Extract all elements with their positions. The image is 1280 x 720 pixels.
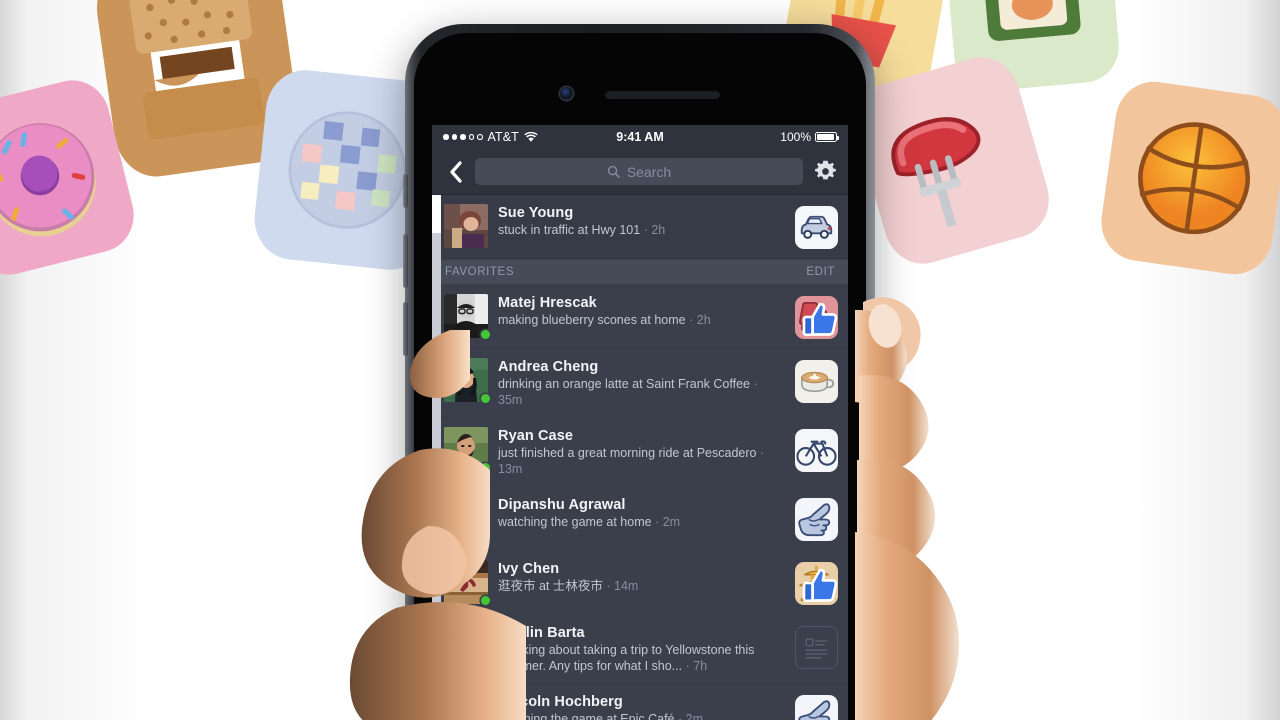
battery-percent-label: 100% — [780, 130, 811, 144]
gear-icon — [814, 160, 836, 180]
person-status: stuck in traffic at Hwy 101 — [498, 223, 641, 237]
avatar — [444, 204, 488, 248]
person-name: Matej Hrescak — [498, 295, 597, 311]
right-hand — [855, 297, 959, 720]
list-item[interactable]: Matej Hrescak making blueberry scones at… — [432, 285, 848, 349]
person-name: Dipanshu Agrawal — [498, 497, 626, 513]
avatar — [444, 560, 490, 605]
status-separator: · — [655, 515, 660, 529]
basketball-sticker — [1096, 76, 1280, 280]
status-timestamp: 35m — [498, 392, 523, 407]
person-status: watching the game at home — [498, 515, 652, 529]
person-name: Sue Young — [498, 205, 574, 221]
status-separator: · — [677, 712, 683, 720]
person-status: just finished a great morning ride at Pe… — [498, 446, 757, 460]
app-screen: AT&T 9:41 AM 100% Search Sue Young stuck… — [432, 125, 848, 720]
screenshot-scene: AT&T 9:41 AM 100% Search Sue Young stuck… — [0, 0, 1280, 720]
status-separator: · — [689, 313, 694, 327]
person-status: 逛夜市 at 士林夜市 — [498, 579, 603, 593]
list-item[interactable]: 2h Caitlin Barta Thinking about taking a… — [432, 615, 848, 684]
article-placeholder-sticker[interactable] — [795, 626, 838, 669]
list-item[interactable]: Sue Young stuck in traffic at Hwy 101 · … — [432, 195, 848, 259]
person-name: Ivy Chen — [498, 561, 560, 577]
thumbs-up-icon — [802, 568, 838, 603]
phone-device: AT&T 9:41 AM 100% Search Sue Young stuck… — [403, 24, 875, 720]
edit-button[interactable]: EDIT — [806, 266, 835, 278]
carrier-label: AT&T — [487, 130, 519, 144]
list-item[interactable]: Ivy Chen 逛夜市 at 士林夜市 · 14m — [432, 551, 848, 615]
status-timestamp: 2h — [696, 313, 711, 327]
status-timestamp: 2m — [685, 712, 704, 720]
volume-down-button[interactable] — [403, 302, 408, 356]
section-header: FAVORITES EDIT — [432, 259, 848, 285]
silent-switch[interactable] — [403, 174, 408, 208]
previous-screen-edge — [432, 125, 441, 720]
foam-finger-sticker[interactable] — [795, 695, 838, 720]
online-indicator — [481, 596, 490, 605]
person-name: Ryan Case — [498, 428, 574, 444]
volume-up-button[interactable] — [403, 234, 408, 288]
online-indicator — [481, 532, 490, 541]
person-name: Andrea Cheng — [498, 359, 599, 375]
settings-button[interactable] — [812, 160, 838, 183]
search-placeholder: Search — [626, 163, 672, 180]
status-separator: · — [606, 579, 611, 593]
person-status: making blueberry scones at home — [498, 313, 686, 327]
avatar — [444, 427, 490, 472]
bicycle-sticker[interactable] — [795, 429, 838, 472]
search-input[interactable]: Search — [475, 158, 803, 185]
avatar — [444, 693, 488, 720]
avatar — [444, 294, 490, 339]
online-indicator — [481, 394, 490, 403]
signal-strength-icon — [443, 134, 483, 140]
pagoda-sticker[interactable] — [795, 562, 838, 605]
avatar — [444, 358, 490, 403]
people-list: Sue Young stuck in traffic at Hwy 101 · … — [432, 195, 848, 720]
status-timestamp: 14m — [614, 579, 639, 593]
latte-cup-sticker[interactable] — [795, 360, 838, 403]
status-separator: · — [759, 446, 765, 460]
foam-finger-sticker[interactable] — [795, 498, 838, 541]
list-item[interactable]: Lincoln Hochberg watching the game at Ep… — [432, 684, 848, 720]
list-item[interactable]: Ryan Case just finished a great morning … — [432, 418, 848, 487]
thumbs-up-icon — [802, 302, 838, 337]
status-timestamp: 2m — [662, 515, 681, 529]
status-timestamp: 2h — [651, 223, 666, 237]
person-status: drinking an orange latte at Saint Frank … — [498, 377, 751, 391]
online-indicator — [481, 330, 490, 339]
person-status: watching the game at Epic Café — [498, 712, 675, 720]
status-bar: AT&T 9:41 AM 100% — [432, 125, 848, 149]
car-sticker[interactable] — [795, 206, 838, 249]
back-button[interactable] — [444, 160, 466, 183]
nav-bar: Search — [432, 149, 848, 195]
status-separator: · — [643, 223, 648, 237]
person-status: Thinking about taking a trip to Yellowst… — [498, 643, 755, 673]
status-separator: · — [753, 377, 758, 391]
search-icon — [607, 165, 620, 178]
avatar: 2h — [444, 624, 489, 668]
list-item[interactable]: Dipanshu Agrawal watching the game at ho… — [432, 487, 848, 551]
avatar-time-badge: 2h — [473, 657, 489, 668]
stand-mixer-sticker[interactable] — [795, 296, 838, 339]
front-camera-icon — [560, 87, 573, 100]
status-timestamp: 13m — [498, 461, 523, 476]
list-item[interactable]: Andrea Cheng drinking an orange latte at… — [432, 349, 848, 418]
section-title: FAVORITES — [445, 266, 515, 278]
online-indicator — [481, 463, 490, 472]
avatar — [444, 496, 490, 541]
wifi-icon — [524, 131, 538, 143]
earpiece-speaker — [605, 90, 720, 99]
battery-icon — [815, 132, 840, 142]
status-separator: · — [685, 658, 690, 673]
status-timestamp: 7h — [693, 658, 708, 673]
person-name: Lincoln Hochberg — [498, 694, 623, 710]
person-name: Caitlin Barta — [498, 625, 585, 641]
